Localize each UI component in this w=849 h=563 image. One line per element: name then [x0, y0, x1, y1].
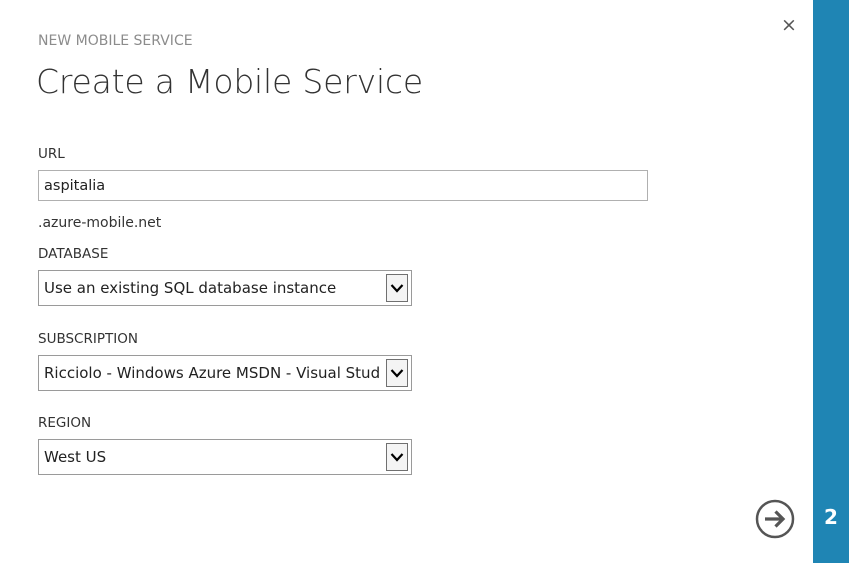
database-label: DATABASE	[38, 246, 109, 262]
wizard-step-number: 2	[824, 505, 838, 529]
subscription-label: SUBSCRIPTION	[38, 331, 138, 347]
region-select[interactable]: West US	[38, 439, 412, 475]
subscription-select[interactable]: Ricciolo - Windows Azure MSDN - Visual S…	[38, 355, 412, 391]
arrow-right-circle-icon	[755, 499, 795, 539]
subscription-dropdown-button[interactable]	[386, 359, 408, 387]
wizard-step-rail: 2	[813, 0, 849, 563]
dialog-subtitle: NEW MOBILE SERVICE	[38, 33, 193, 49]
chevron-down-icon	[390, 369, 404, 378]
next-button[interactable]	[755, 499, 795, 539]
subscription-select-value: Ricciolo - Windows Azure MSDN - Visual S…	[44, 364, 381, 382]
url-input[interactable]	[38, 170, 648, 201]
url-suffix: .azure-mobile.net	[38, 215, 162, 231]
database-select-value: Use an existing SQL database instance	[44, 279, 337, 297]
url-label: URL	[38, 146, 65, 162]
region-dropdown-button[interactable]	[386, 443, 408, 471]
chevron-down-icon	[390, 284, 404, 293]
database-select[interactable]: Use an existing SQL database instance	[38, 270, 412, 306]
region-label: REGION	[38, 415, 92, 431]
page-title: Create a Mobile Service	[36, 62, 423, 101]
create-mobile-service-dialog: × NEW MOBILE SERVICE Create a Mobile Ser…	[0, 0, 813, 563]
close-icon: ×	[781, 14, 797, 36]
region-select-value: West US	[44, 448, 107, 466]
close-button[interactable]: ×	[779, 14, 799, 36]
chevron-down-icon	[390, 453, 404, 462]
database-dropdown-button[interactable]	[386, 274, 408, 302]
